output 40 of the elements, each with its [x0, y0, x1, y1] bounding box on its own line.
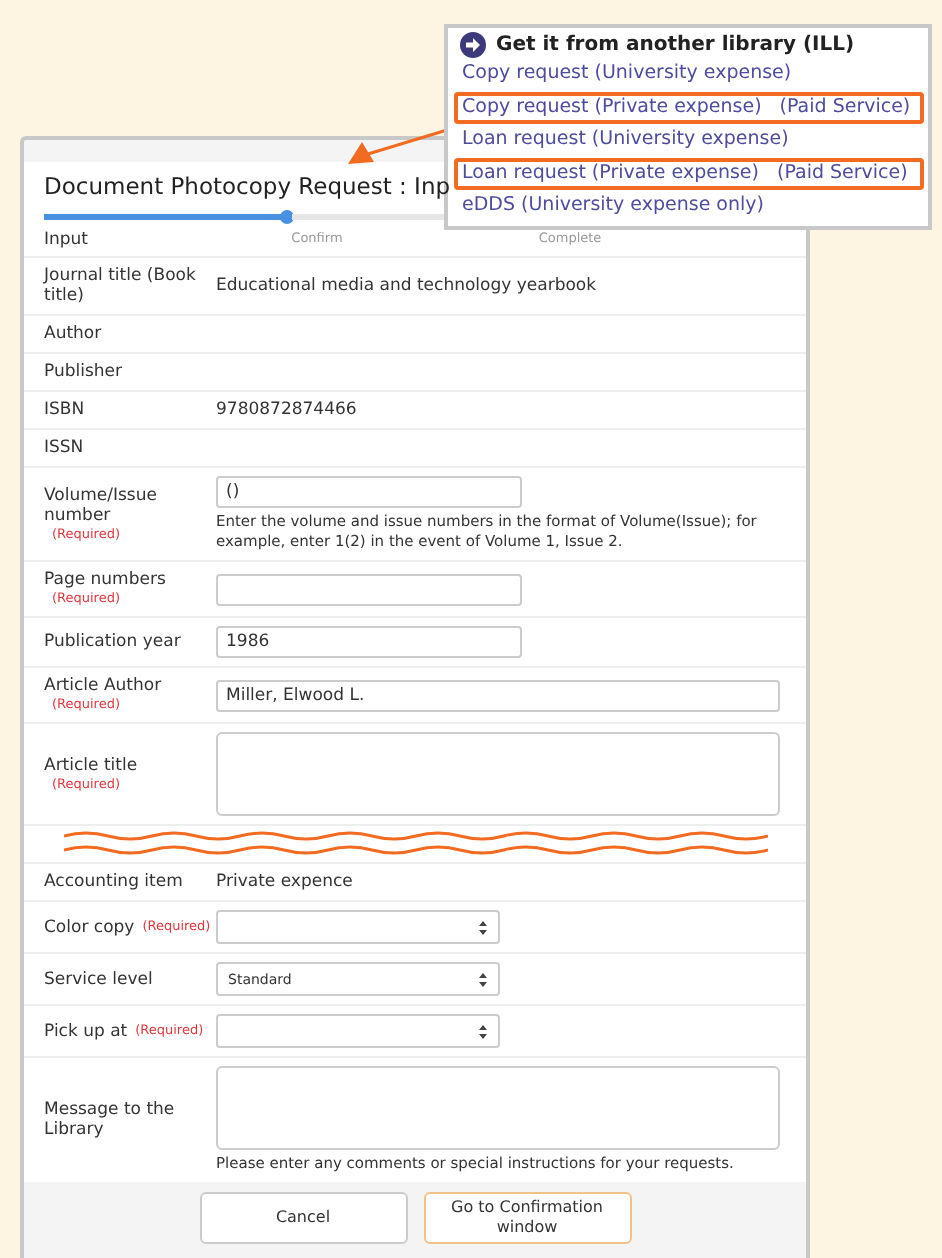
circle-arrow-icon: [460, 32, 486, 58]
dropdown[interactable]: [216, 910, 500, 944]
text-field[interactable]: (): [216, 476, 522, 508]
field-label: Message to the Library: [44, 1100, 177, 1140]
text-area[interactable]: [216, 732, 780, 816]
menu-link[interactable]: Copy request (Private expense) (Paid Service): [454, 91, 924, 124]
field-label: Article title: [44, 755, 140, 775]
dropdown[interactable]: [216, 1014, 500, 1048]
field-label: Accounting item: [44, 872, 185, 892]
text-area[interactable]: [216, 1066, 780, 1150]
menu-link[interactable]: Loan request (University expense): [454, 124, 924, 157]
field-label: Volume/Issue number: [44, 485, 159, 525]
field-label: Article Author: [44, 676, 164, 696]
field-label: ISBN: [44, 400, 87, 420]
field-label: Pick up at: [44, 1021, 128, 1041]
cancel-button[interactable]: Cancel: [199, 1192, 407, 1244]
text-field[interactable]: Miller, Elwood L.: [216, 679, 780, 711]
field-label: Publication year: [44, 632, 183, 652]
menu-title: Get it from another library (ILL): [496, 34, 855, 56]
field-label: Author: [44, 324, 104, 344]
updown-arrows-icon: [478, 1023, 488, 1039]
field-label: Publisher: [44, 362, 125, 382]
field-label: Color copy: [44, 917, 135, 937]
updown-arrows-icon: [478, 971, 488, 987]
text-field[interactable]: [216, 573, 522, 605]
text-field[interactable]: 1986: [216, 626, 522, 658]
field-value: 9780872874466: [216, 400, 359, 420]
menu-link[interactable]: eDDS (University expense only): [454, 190, 924, 223]
field-label: ISSN: [44, 438, 86, 458]
field-label: Service level: [44, 969, 153, 989]
field-label: Journal title (Book title): [44, 266, 198, 306]
step-label: Input: [44, 230, 91, 250]
menu-link[interactable]: Loan request (Private expense) (Paid Service): [454, 157, 924, 190]
confirm-button[interactable]: Go to Confirmation window: [423, 1192, 631, 1244]
updown-arrows-icon: [478, 919, 488, 935]
field-label: Page numbers: [44, 570, 168, 590]
menu-link[interactable]: Copy request (University expense): [454, 58, 924, 91]
field-value: Private expence: [216, 872, 355, 892]
field-value: Educational media and technology yearbook: [216, 276, 599, 296]
dialog-title: Document Photocopy Request : Inp: [44, 172, 451, 200]
